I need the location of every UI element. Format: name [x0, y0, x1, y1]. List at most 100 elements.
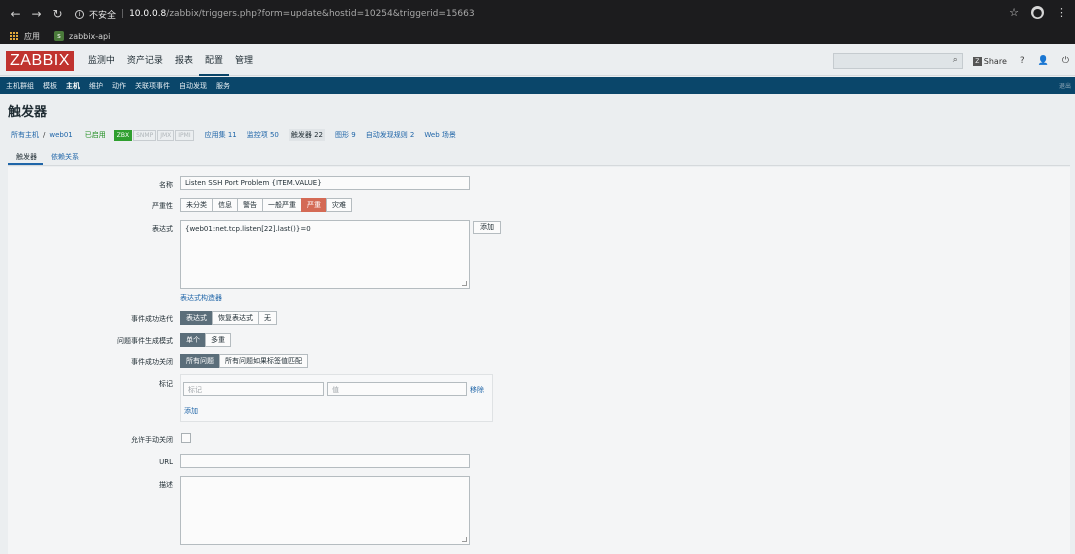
description-textarea[interactable] — [180, 476, 470, 545]
breadcrumb-host[interactable]: web01 — [49, 131, 72, 139]
severity-information[interactable]: 信息 — [212, 198, 238, 212]
expression-builder-link[interactable]: 表达式构造器 — [180, 293, 222, 303]
expression-value: {web01:net.tcp.listen[22].last()}=0 — [185, 225, 311, 233]
expression-textarea[interactable]: {web01:net.tcp.listen[22].last()}=0 — [180, 220, 470, 289]
ok-event-none[interactable]: 无 — [258, 311, 277, 325]
ok-close-tag-match[interactable]: 所有问题如果标签值匹配 — [219, 354, 308, 368]
address-bar[interactable]: i 不安全 | 10.0.0.8 /zabbix/triggers.php?fo… — [75, 3, 475, 25]
sub-menu: 主机群组 模板 主机 维护 动作 关联项事件 自动发现 服务 退出 — [0, 77, 1075, 94]
tag-value-input[interactable]: 值 — [327, 382, 467, 396]
link-applications[interactable]: 应用集 11 — [205, 130, 237, 140]
severity-label: 严重性 — [152, 202, 173, 210]
bookmarks-bar: 应用 s zabbix-api — [0, 28, 1075, 44]
severity-selector: 未分类 信息 警告 一般严重 严重 灾难 — [180, 198, 352, 212]
trigger-form: 名称 Listen SSH Port Problem {ITEM.VALUE} … — [8, 167, 1070, 554]
submenu-event-correlation[interactable]: 关联项事件 — [135, 81, 170, 91]
info-icon[interactable]: i — [75, 9, 84, 19]
badge-jmx: JMX — [157, 129, 175, 141]
problem-mode-single[interactable]: 单个 — [180, 333, 206, 347]
back-icon[interactable]: ← — [8, 7, 23, 21]
page-title: 触发器 — [8, 105, 48, 120]
sign-out-icon[interactable]: ⏻ — [1062, 56, 1069, 66]
ok-close-all-problems[interactable]: 所有问题 — [180, 354, 220, 368]
link-graphs[interactable]: 图形 9 — [335, 130, 356, 140]
resize-handle-icon[interactable] — [462, 537, 467, 542]
submenu-maintenance[interactable]: 维护 — [89, 81, 103, 91]
help-icon[interactable]: ? — [1020, 56, 1025, 66]
zabbix-logo[interactable]: ZABBIX — [6, 50, 74, 71]
submenu-hosts[interactable]: 主机 — [66, 81, 80, 91]
reload-icon[interactable]: ↻ — [50, 7, 65, 21]
ok-event-generation-label: 事件成功迭代 — [131, 315, 173, 323]
problem-mode-multiple[interactable]: 多重 — [205, 333, 231, 347]
breadcrumb-all-hosts[interactable]: 所有主机 — [11, 130, 39, 140]
bookmark-label: 应用 — [24, 31, 40, 41]
severity-not-classified[interactable]: 未分类 — [180, 198, 213, 212]
browser-menu-icon[interactable]: ⋮ — [1056, 6, 1067, 19]
link-web-scenarios[interactable]: Web 场景 — [424, 130, 456, 140]
zabbix-header: ZABBIX 监测中 资产记录 报表 配置 管理 ⌕ Z Share ? 👤 ⏻ — [0, 46, 1075, 76]
forward-icon[interactable]: → — [29, 7, 44, 21]
menu-reports[interactable]: 报表 — [169, 46, 199, 76]
profile-icon[interactable]: ● — [1031, 6, 1044, 19]
severity-disaster[interactable]: 灾难 — [326, 198, 352, 212]
remove-tag-link[interactable]: 移除 — [470, 385, 484, 395]
description-label: 描述 — [159, 481, 173, 489]
menu-administration[interactable]: 管理 — [229, 46, 259, 76]
name-input[interactable]: Listen SSH Port Problem {ITEM.VALUE} — [180, 176, 470, 190]
tab-dependencies[interactable]: 依赖关系 — [43, 148, 85, 165]
badge-snmp: SNMP — [133, 129, 157, 141]
breadcrumb: 所有主机 / web01 已启用 ZBX SNMP JMX IPMI 应用集 1… — [11, 129, 456, 141]
search-input[interactable]: ⌕ — [832, 53, 963, 69]
bookmark-star-icon[interactable]: ☆ — [1009, 6, 1019, 19]
name-label: 名称 — [159, 181, 173, 189]
ok-event-closes-label: 事件成功关闭 — [131, 358, 173, 366]
ok-event-generation-selector: 表达式 恢复表达式 无 — [180, 311, 277, 325]
severity-high[interactable]: 严重 — [301, 198, 327, 212]
allow-manual-close-label: 允许手动关闭 — [131, 436, 173, 444]
allow-manual-close-checkbox[interactable] — [181, 433, 191, 443]
badge-zbx: ZBX — [113, 129, 133, 141]
ok-event-closes-selector: 所有问题 所有问题如果标签值匹配 — [180, 354, 308, 368]
tag-name-input[interactable]: 标记 — [183, 382, 324, 396]
url-host: 10.0.0.8 — [129, 9, 167, 19]
security-label: 不安全 — [89, 10, 117, 21]
menu-monitoring[interactable]: 监测中 — [82, 46, 121, 76]
severity-average[interactable]: 一般严重 — [262, 198, 302, 212]
submenu-templates[interactable]: 模板 — [43, 81, 57, 91]
severity-warning[interactable]: 警告 — [237, 198, 263, 212]
submenu-host-groups[interactable]: 主机群组 — [6, 81, 34, 91]
zabbix-api-favicon-icon: s — [54, 31, 64, 41]
url-input[interactable] — [180, 454, 470, 468]
menu-configuration[interactable]: 配置 — [198, 46, 229, 76]
address-separator: | — [121, 9, 125, 19]
add-tag-link[interactable]: 添加 — [184, 406, 198, 416]
submenu-services[interactable]: 服务 — [216, 81, 230, 91]
link-triggers[interactable]: 触发器 22 — [288, 129, 326, 141]
host-status[interactable]: 已启用 — [85, 130, 106, 140]
badge-ipmi: IPMI — [175, 129, 194, 141]
bookmark-label: zabbix-api — [69, 31, 111, 41]
tags-label: 标记 — [159, 380, 173, 388]
submenu-actions[interactable]: 动作 — [112, 81, 126, 91]
browser-toolbar: ← → ↻ i 不安全 | 10.0.0.8 /zabbix/triggers.… — [0, 0, 1075, 28]
breadcrumb-separator: / — [43, 131, 46, 139]
bookmark-apps[interactable]: 应用 — [10, 31, 40, 42]
bookmark-zabbix-api[interactable]: s zabbix-api — [54, 31, 110, 41]
search-icon[interactable]: ⌕ — [953, 55, 958, 65]
link-discovery-rules[interactable]: 自动发现规则 2 — [366, 130, 415, 140]
tab-trigger[interactable]: 触发器 — [8, 148, 43, 165]
share-button[interactable]: Z Share — [972, 56, 1007, 66]
link-items[interactable]: 监控项 50 — [247, 130, 279, 140]
logout-link[interactable]: 退出 — [1059, 81, 1071, 90]
ok-event-expression[interactable]: 表达式 — [180, 311, 213, 325]
form-tabs: 触发器 依赖关系 — [8, 148, 1070, 166]
menu-inventory[interactable]: 资产记录 — [121, 46, 169, 76]
resize-handle-icon[interactable] — [462, 281, 467, 286]
user-profile-icon[interactable]: 👤 — [1038, 56, 1049, 66]
ok-event-recovery-expression[interactable]: 恢复表达式 — [212, 311, 259, 325]
submenu-discovery[interactable]: 自动发现 — [179, 81, 207, 91]
apps-grid-icon — [10, 31, 19, 41]
add-expression-button[interactable]: 添加 — [473, 221, 501, 234]
problem-mode-label: 问题事件生成模式 — [117, 337, 173, 345]
